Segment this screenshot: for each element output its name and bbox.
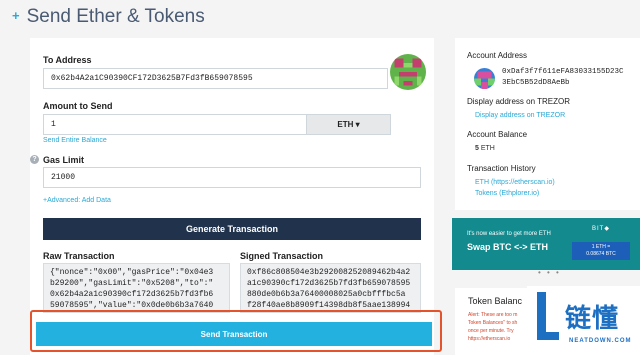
rate-line: 0.08674 BTC (586, 251, 616, 257)
amount-input[interactable]: 1 (43, 114, 307, 135)
advanced-add-data-link[interactable]: +Advanced: Add Data (43, 197, 111, 204)
account-identicon (474, 68, 495, 89)
watermark-english: NEATDOWN.COM (569, 338, 632, 344)
raw-tx-line: {"nonce":"0x00","gasPrice":"0x04e3 (50, 268, 214, 277)
send-transaction-button[interactable]: Send Transaction (36, 322, 432, 346)
gas-limit-label: Gas Limit (43, 155, 85, 165)
account-address-label: Account Address (467, 51, 528, 60)
token-warning-line: https://etherscan.io (468, 336, 511, 342)
to-address-input[interactable]: 0x62b4A2a1C90390CF172D3625B7Fd3fB6590785… (43, 68, 388, 89)
amount-label: Amount to Send (43, 101, 113, 111)
raw-tx-line: 0x62b4a2a1c90390cf172d3625b7fd3fb6 (50, 290, 214, 299)
rate-line: 1 ETH = (591, 244, 611, 250)
raw-tx-line: b29200","gasLimit":"0x5208","to":" (50, 279, 214, 288)
watermark-chinese: 链懂 (565, 304, 620, 334)
account-address-line: 3EbC5B52dD8AeBb (502, 79, 570, 87)
gas-limit-input[interactable]: 21000 (43, 167, 421, 188)
raw-transaction-textarea[interactable]: {"nonce":"0x00","gasPrice":"0x04e3 b2920… (43, 263, 230, 313)
signed-transaction-textarea[interactable]: 0xf86c808504e3b292008252089462b4a2 a1c90… (240, 263, 421, 313)
account-balance-value: 5 ETH (475, 145, 495, 152)
signed-tx-line: a1c90390cf172d3625b7fd3fb659078595 (247, 279, 411, 288)
signed-tx-line: 880de0b6b3a76400008025a0cbfffbc5a (247, 290, 406, 299)
address-identicon (390, 54, 426, 90)
carousel-dots[interactable]: • • • (538, 268, 561, 277)
token-warning-line: Token Balances" to sh (468, 320, 518, 326)
currency-dropdown[interactable]: ETH ▾ (307, 114, 391, 135)
ethplorer-link[interactable]: Tokens (Ethplorer.io) (475, 190, 539, 197)
transaction-history-label: Transaction History (467, 164, 536, 173)
send-form-panel: To Address 0x62b4A2a1C90390CF172D3625B7F… (30, 38, 434, 355)
account-address-value: 0xDaf3f7f611eFA83033155D23C 3EbC5B52dD8A… (502, 67, 624, 89)
watermark-l-icon (537, 292, 559, 340)
token-warning-line: Alert: These are too m (468, 312, 518, 318)
send-entire-balance-link[interactable]: Send Entire Balance (43, 137, 107, 144)
token-warning: Alert: These are too m Token Balances" t… (468, 311, 528, 343)
etherscan-link[interactable]: ETH (https://etherscan.io) (475, 179, 555, 186)
rate-chip: 1 ETH = 0.08674 BTC (572, 242, 630, 260)
raw-transaction-label: Raw Transaction (43, 251, 115, 261)
display-trezor-link[interactable]: Display address on TREZOR (475, 112, 565, 119)
token-balances-title: Token Balanc (468, 296, 523, 306)
banner-title: Swap BTC <-> ETH (467, 242, 549, 252)
bity-logo: BIT◆ (592, 226, 610, 232)
generate-transaction-button[interactable]: Generate Transaction (43, 218, 421, 240)
banner-subtitle: It's now easier to get more ETH (467, 231, 551, 237)
swap-banner[interactable]: It's now easier to get more ETH Swap BTC… (452, 218, 640, 270)
balance-amount: 5 (475, 145, 479, 152)
page-title: + Send Ether & Tokens (12, 6, 205, 28)
signed-transaction-label: Signed Transaction (240, 251, 324, 261)
account-sidebar: Account Address 0xDaf3f7f611eFA83033155D… (455, 38, 640, 210)
help-icon[interactable]: ? (30, 155, 39, 164)
page-title-text: Send Ether & Tokens (26, 6, 205, 27)
signed-tx-line: 0xf86c808504e3b292008252089462b4a2 (247, 268, 411, 277)
to-address-label: To Address (43, 55, 92, 65)
token-warning-line: once per minute. Try (468, 328, 514, 334)
watermark-logo: 链懂 NEATDOWN.COM (527, 286, 640, 355)
plus-icon: + (12, 8, 20, 23)
account-address-line: 0xDaf3f7f611eFA83033155D23C (502, 68, 624, 76)
display-trezor-label: Display address on TREZOR (467, 97, 570, 106)
account-balance-label: Account Balance (467, 130, 528, 139)
balance-unit: ETH (480, 145, 495, 152)
